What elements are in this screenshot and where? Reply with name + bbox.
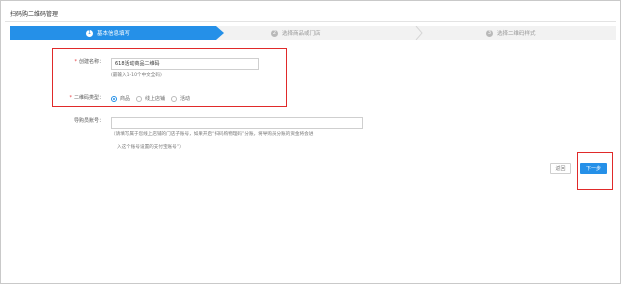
radio-activity-label: 活动 — [180, 96, 191, 102]
name-label: * 创建名称： — [61, 58, 104, 65]
radio-product-label: 商品 — [120, 96, 131, 102]
guide-row: 导购员账号： — [61, 117, 104, 124]
step-2[interactable]: 2 选择商品或门店 — [271, 26, 321, 40]
step-progress-bar: 1 基本信息填写 2 选择商品或门店 3 选择二维码样式 — [10, 26, 616, 40]
guide-account-input[interactable] — [111, 117, 363, 129]
required-mark: * — [69, 95, 72, 101]
name-row: * 创建名称： — [61, 58, 104, 65]
radio-online-store[interactable]: 线上店铺 — [136, 95, 165, 102]
step-3-number: 3 — [486, 29, 493, 37]
back-button[interactable]: 返回 — [550, 163, 571, 174]
type-row: * 二维码类型： — [61, 94, 104, 101]
guide-hint-line-1: （请填写属于您线上店铺的门店子账号，如果开启“扫码购物理码”分账，将导购员分账的… — [111, 132, 314, 137]
step-2-label: 选择商品或门店 — [282, 31, 321, 37]
step-2-number: 2 — [271, 29, 278, 37]
name-label-text: 创建名称： — [78, 59, 104, 65]
guide-hint-line-2: 入这个账号设置的支付宝账号”） — [117, 145, 184, 150]
step-separator-chevron-icon — [415, 26, 423, 40]
required-mark: * — [74, 59, 77, 65]
radio-online-store-label: 线上店铺 — [145, 96, 166, 102]
type-label-text: 二维码类型： — [73, 95, 104, 101]
title-divider — [5, 21, 616, 22]
step-3[interactable]: 3 选择二维码样式 — [486, 26, 536, 40]
type-label: * 二维码类型： — [61, 94, 104, 101]
page-title: 扫码购二维码管理 — [10, 11, 59, 18]
step-1-number: 1 — [86, 29, 93, 37]
radio-unchecked-icon — [136, 95, 143, 102]
guide-label: 导购员账号： — [73, 118, 104, 124]
radio-checked-icon — [111, 95, 117, 102]
step-1[interactable]: 1 基本信息填写 — [86, 26, 130, 40]
name-input[interactable]: 618活动商品二维码 — [111, 58, 259, 70]
step-3-label: 选择二维码样式 — [497, 31, 536, 37]
radio-activity[interactable]: 活动 — [171, 95, 190, 102]
step-1-label: 基本信息填写 — [97, 31, 131, 37]
next-step-button[interactable]: 下一步 — [580, 163, 607, 174]
step-active-arrow — [216, 26, 224, 40]
name-hint: (最输入1-10个中文全码) — [111, 73, 162, 78]
radio-unchecked-icon — [171, 95, 178, 102]
radio-product[interactable]: 商品 — [111, 95, 130, 102]
page-frame: 扫码购二维码管理 1 基本信息填写 2 选择商品或门店 3 选择二维码样式 * 创… — [0, 0, 621, 284]
type-radio-group: 商品 线上店铺 活动 — [111, 95, 196, 102]
